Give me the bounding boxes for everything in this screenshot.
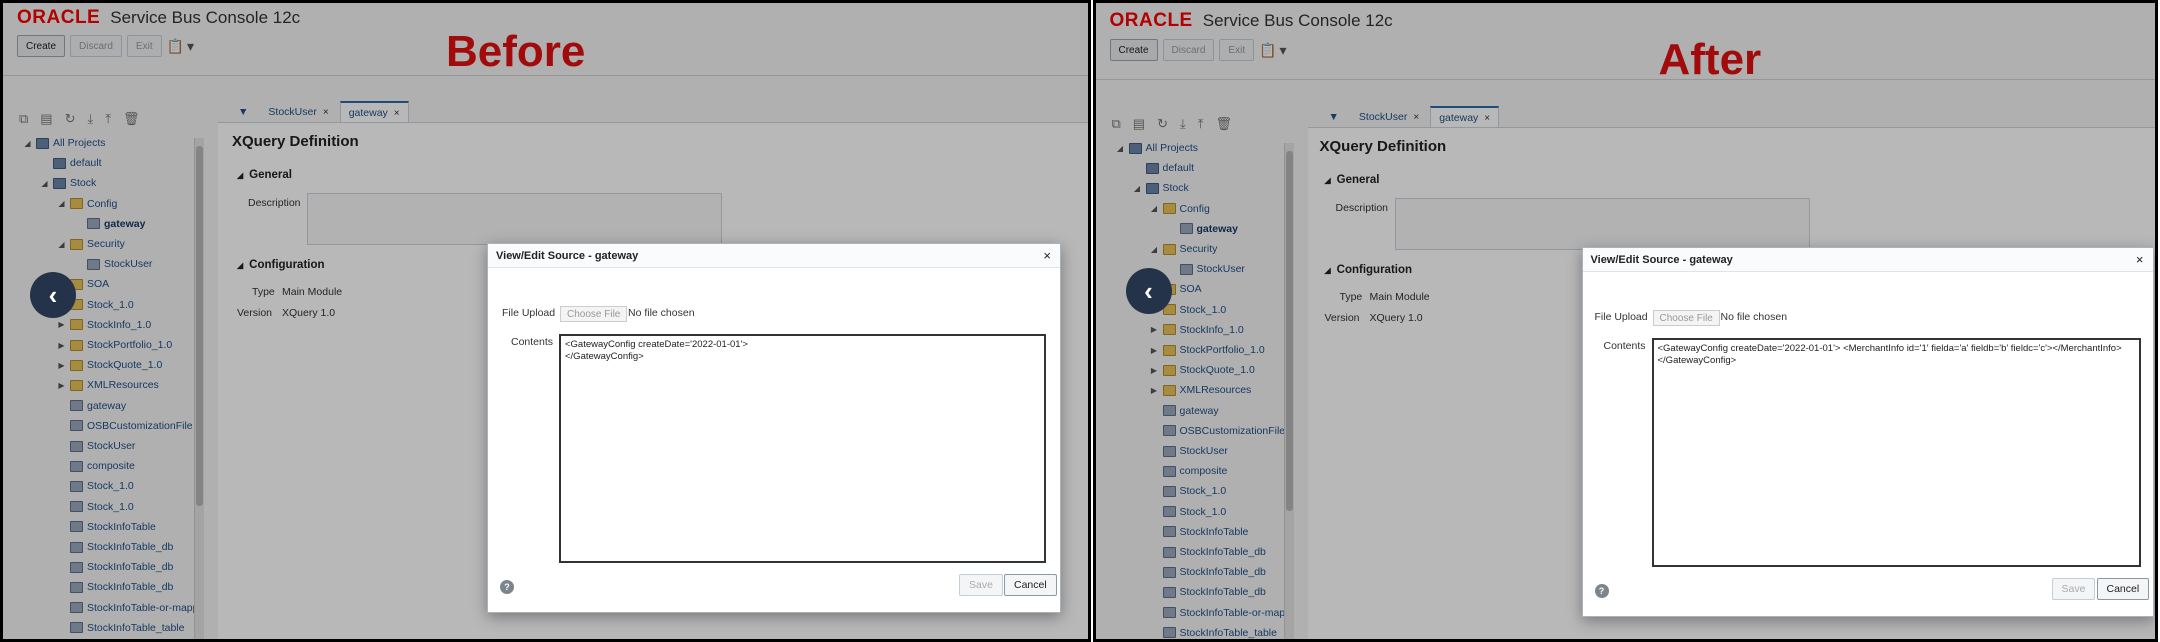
- file-status: No file chosen: [628, 307, 695, 319]
- back-button[interactable]: ‹: [30, 272, 76, 318]
- contents-textarea[interactable]: <GatewayConfig createDate='2022-01-01'> …: [559, 334, 1046, 563]
- cancel-button[interactable]: Cancel: [1004, 574, 1057, 596]
- chevron-left-icon: ‹: [1144, 275, 1153, 306]
- dialog-title: View/Edit Source - gateway: [1590, 254, 1733, 266]
- contents-textarea[interactable]: <GatewayConfig createDate='2022-01-01'> …: [1651, 338, 2141, 567]
- help-icon[interactable]: ?: [500, 580, 514, 594]
- choose-file-button[interactable]: Choose File: [560, 306, 628, 322]
- dialog-title: View/Edit Source - gateway: [496, 250, 639, 262]
- view-edit-source-dialog: View/Edit Source - gateway × File Upload…: [487, 243, 1061, 613]
- file-status: No file chosen: [1720, 311, 1788, 323]
- choose-file-button[interactable]: Choose File: [1652, 310, 1720, 326]
- chevron-left-icon: ‹: [48, 279, 58, 310]
- file-upload-label: File Upload: [1594, 311, 1648, 323]
- contents-label: Contents: [1603, 340, 1646, 352]
- cancel-button[interactable]: Cancel: [2096, 578, 2150, 600]
- before-panel: ORACLE Service Bus Console 12c Create Di…: [0, 0, 1091, 642]
- save-button[interactable]: Save: [2051, 578, 2096, 600]
- close-icon[interactable]: ×: [2136, 252, 2144, 267]
- contents-label: Contents: [511, 336, 554, 348]
- file-upload-label: File Upload: [502, 307, 556, 319]
- close-icon[interactable]: ×: [1043, 248, 1051, 263]
- help-icon[interactable]: ?: [1594, 584, 1609, 598]
- save-button[interactable]: Save: [959, 574, 1003, 596]
- view-edit-source-dialog: View/Edit Source - gateway × File Upload…: [1581, 247, 2154, 617]
- back-button[interactable]: ‹: [1125, 268, 1172, 314]
- after-panel: ORACLE Service Bus Console 12c Create Di…: [1092, 0, 2158, 642]
